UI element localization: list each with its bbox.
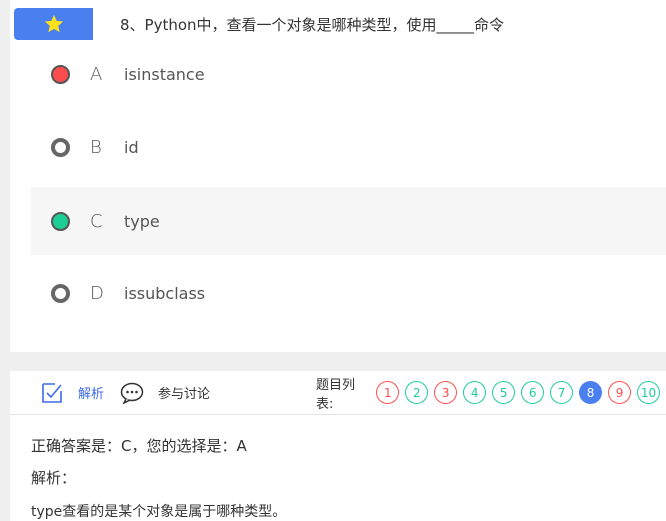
option-b[interactable]: B id: [31, 113, 666, 181]
question-number-7[interactable]: 7: [550, 381, 574, 404]
question-number-6[interactable]: 6: [521, 381, 545, 404]
question-title: 8、Python中，查看一个对象是哪种类型，使用_____命令: [120, 16, 505, 34]
question-number-10[interactable]: 10: [637, 381, 660, 404]
option-text: isinstance: [124, 64, 205, 84]
analysis-label: 解析：: [31, 469, 77, 487]
question-number-3[interactable]: 3: [434, 381, 458, 404]
tab-analysis[interactable]: 解析: [40, 371, 104, 414]
option-letter: B: [90, 136, 102, 158]
option-letter: D: [90, 282, 104, 304]
option-text: type: [124, 211, 160, 231]
question-number-9[interactable]: 9: [608, 381, 632, 404]
radio-icon[interactable]: [51, 64, 70, 84]
option-letter: A: [90, 63, 103, 85]
option-c[interactable]: C type: [31, 187, 666, 255]
answer-line: 正确答案是：C，您的选择是：A: [31, 437, 247, 455]
tab-bar: 解析 参与讨论 题目列表: 1 2 3 4 5 6 7 8 9 10: [10, 371, 666, 415]
analysis-text: type查看的是某个对象是属于哪种类型。: [31, 504, 287, 520]
question-list-label: 题目列表:: [316, 377, 356, 412]
option-d[interactable]: D issubclass: [31, 259, 666, 327]
chat-bubble-icon: [120, 382, 144, 404]
question-number-4[interactable]: 4: [463, 381, 487, 404]
option-letter: C: [90, 210, 103, 232]
question-number-1[interactable]: 1: [376, 381, 400, 404]
question-list: 题目列表: 1 2 3 4 5 6 7 8 9 10: [316, 371, 666, 414]
radio-icon[interactable]: [51, 283, 70, 303]
checkbox-icon: [42, 382, 62, 403]
radio-icon[interactable]: [51, 211, 70, 231]
analysis-card: 解析 参与讨论 题目列表: 1 2 3 4 5 6 7 8 9 10 正确答案是…: [10, 371, 666, 521]
radio-icon[interactable]: [51, 137, 70, 157]
tab-discuss[interactable]: 参与讨论: [120, 371, 210, 414]
question-number-2[interactable]: 2: [405, 381, 429, 404]
option-a[interactable]: A isinstance: [31, 40, 666, 108]
option-text: issubclass: [124, 283, 206, 303]
tab-analysis-label: 解析: [78, 387, 105, 402]
option-text: id: [124, 137, 139, 157]
question-card: 8、Python中，查看一个对象是哪种类型，使用_____命令 A isinst…: [10, 0, 666, 352]
question-number-8[interactable]: 8: [579, 381, 603, 404]
question-number-5[interactable]: 5: [492, 381, 516, 404]
tab-discuss-label: 参与讨论: [158, 387, 211, 402]
star-icon: [44, 14, 63, 33]
favorite-star-button[interactable]: [14, 8, 93, 40]
